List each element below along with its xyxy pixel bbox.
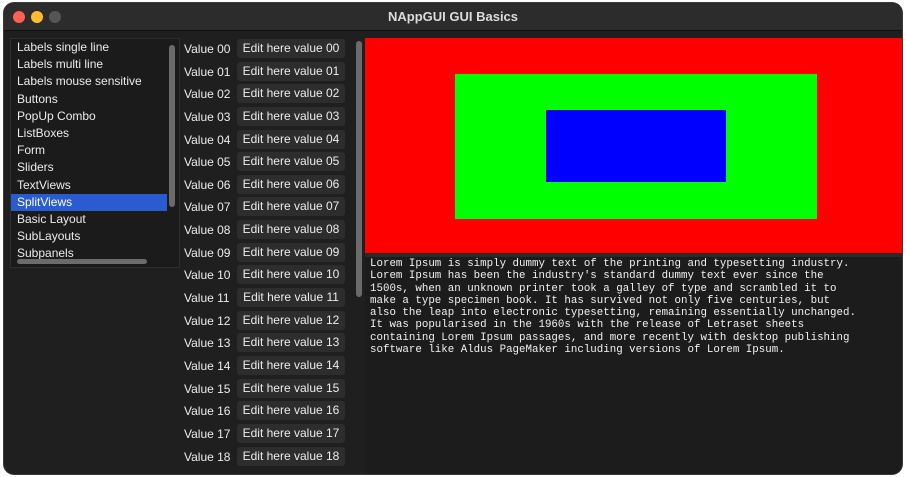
value-edit-field[interactable]: Edit here value 03	[237, 106, 345, 126]
grid-row: Value 03 Edit here value 03	[182, 106, 350, 129]
value-edit-field[interactable]: Edit here value 15	[237, 378, 345, 398]
value-edit-field[interactable]: Edit here value 18	[237, 446, 345, 466]
green-rectangle	[455, 74, 817, 219]
value-edit-field[interactable]: Edit here value 14	[237, 355, 345, 375]
sidebar-vertical-scrollbar[interactable]	[169, 45, 175, 207]
value-label: Value 06	[184, 177, 231, 192]
sidebar-item[interactable]: Basic Layout	[11, 211, 167, 228]
value-edit-field[interactable]: Edit here value 05	[237, 152, 345, 172]
text-line: Lorem Ipsum has been the industry's stan…	[370, 270, 824, 283]
value-edit-field[interactable]: Edit here value 06	[237, 174, 345, 194]
app-window: NAppGUI GUI Basics Labels single line Lab…	[4, 3, 902, 474]
value-label: Value 13	[184, 336, 231, 351]
sidebar-item[interactable]: TextViews	[11, 177, 167, 194]
grid-row: Value 00 Edit here value 00	[182, 38, 350, 61]
grid-row: Value 09 Edit here value 09	[182, 242, 350, 265]
value-edit-field[interactable]: Edit here value 02	[237, 84, 345, 104]
value-edit-field[interactable]: Edit here value 08	[237, 220, 345, 240]
window-title: NAppGUI GUI Basics	[387, 9, 519, 24]
value-edit-field[interactable]: Edit here value 10	[237, 265, 345, 285]
grid-row: Value 13 Edit here value 13	[182, 332, 350, 355]
text-line: software like Aldus PageMaker including …	[370, 344, 785, 357]
value-edit-field[interactable]: Edit here value 04	[237, 129, 345, 149]
value-edit-field[interactable]: Edit here value 09	[237, 242, 345, 262]
value-label: Value 12	[184, 313, 231, 328]
value-grid: Value 00 Edit here value 00 Value 01 Edit h…	[182, 38, 350, 468]
grid-row: Value 14 Edit here value 14	[182, 355, 350, 378]
text-view[interactable]: Lorem Ipsum is simply dummy text of the …	[365, 257, 902, 474]
value-edit-field[interactable]: Edit here value 11	[237, 288, 345, 308]
sidebar-item[interactable]: PopUp Combo	[11, 108, 167, 125]
grid-row: Value 01 Edit here value 01	[182, 61, 350, 84]
value-label: Value 07	[184, 200, 231, 215]
value-label: Value 03	[184, 109, 231, 124]
value-edit-field[interactable]: Edit here value 12	[237, 310, 345, 330]
text-view-content: Lorem Ipsum is simply dummy text of the …	[370, 258, 900, 356]
sidebar-item[interactable]: Labels single line	[11, 39, 167, 56]
sidebar-item[interactable]: Labels mouse sensitive	[11, 73, 167, 90]
sidebar-listbox[interactable]: Labels single line Labels multi line Label…	[10, 38, 180, 268]
split-view-right: Lorem Ipsum is simply dummy text of the …	[365, 38, 902, 474]
grid-row: Value 17 Edit here value 17	[182, 423, 350, 446]
sidebar-horizontal-scrollbar[interactable]	[17, 259, 147, 264]
grid-vertical-scrollbar[interactable]	[356, 41, 362, 297]
value-label: Value 05	[184, 155, 231, 170]
grid-row: Value 16 Edit here value 16	[182, 400, 350, 423]
grid-row: Value 04 Edit here value 04	[182, 129, 350, 152]
grid-row: Value 05 Edit here value 05	[182, 151, 350, 174]
title-bar: NAppGUI GUI Basics	[4, 3, 902, 31]
value-label: Value 02	[184, 87, 231, 102]
value-edit-field[interactable]: Edit here value 07	[237, 197, 345, 217]
value-label: Value 17	[184, 426, 231, 441]
text-line: It was popularised in the 1960s with the…	[370, 319, 805, 332]
sidebar-item[interactable]: Form	[11, 142, 167, 159]
value-label: Value 11	[184, 291, 230, 306]
value-label: Value 15	[184, 381, 231, 396]
value-edit-field[interactable]: Edit here value 16	[237, 401, 345, 421]
grid-row: Value 18 Edit here value 18	[182, 446, 350, 469]
value-label: Value 14	[184, 358, 231, 373]
grid-row: Value 11 Edit here value 11	[182, 287, 350, 310]
sidebar-item[interactable]: Buttons	[11, 91, 167, 108]
sidebar-item[interactable]: Labels multi line	[11, 56, 167, 73]
value-label: Value 09	[184, 245, 231, 260]
value-label: Value 01	[184, 64, 231, 79]
sidebar-item[interactable]: SplitViews	[11, 193, 167, 211]
text-line: 1500s, when an unknown printer took a ga…	[370, 282, 837, 295]
value-label: Value 00	[184, 42, 231, 56]
drawing-view[interactable]	[365, 38, 902, 253]
sidebar-item[interactable]: Sliders	[11, 159, 167, 176]
grid-row: Value 08 Edit here value 08	[182, 219, 350, 242]
text-line: containing Lorem Ipsum passages, and mor…	[370, 331, 850, 344]
value-edit-field[interactable]: Edit here value 01	[237, 61, 345, 81]
grid-row: Value 12 Edit here value 12	[182, 310, 350, 333]
text-line: Lorem Ipsum is simply dummy text of the …	[370, 258, 850, 270]
value-label: Value 08	[184, 223, 231, 238]
value-edit-field[interactable]: Edit here value 00	[237, 39, 345, 58]
sidebar-list: Labels single line Labels multi line Label…	[11, 39, 167, 262]
sidebar-item[interactable]: SubLayouts	[11, 228, 167, 245]
text-line: also the leap into electronic typesettin…	[370, 307, 856, 320]
value-edit-field[interactable]: Edit here value 17	[237, 423, 345, 443]
value-label: Value 10	[184, 268, 231, 283]
blue-rectangle	[546, 110, 726, 182]
value-label: Value 16	[184, 404, 231, 419]
grid-row: Value 10 Edit here value 10	[182, 264, 350, 287]
value-label: Value 04	[184, 132, 231, 147]
grid-row: Value 07 Edit here value 07	[182, 196, 350, 219]
value-label: Value 18	[184, 449, 231, 464]
grid-row: Value 06 Edit here value 06	[182, 174, 350, 197]
sidebar-item[interactable]: ListBoxes	[11, 125, 167, 142]
grid-row: Value 15 Edit here value 15	[182, 378, 350, 401]
value-edit-field[interactable]: Edit here value 13	[237, 333, 345, 353]
text-line: make a type specimen book. It has surviv…	[370, 294, 831, 307]
grid-row: Value 02 Edit here value 02	[182, 83, 350, 106]
